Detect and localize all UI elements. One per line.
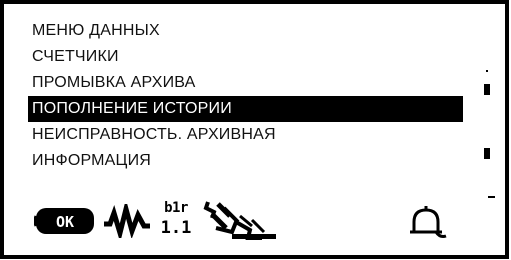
ok-label: OK [56, 213, 74, 231]
scrollbar-thumb[interactable] [484, 84, 490, 95]
menu-item-counters[interactable]: СЧЕТЧИКИ [32, 44, 463, 70]
waveform-icon [104, 204, 150, 238]
status-icon-bar: OK b1r 1.1 [4, 192, 505, 252]
scrollbar-thumb-lower[interactable] [484, 148, 490, 159]
menu-item-archived-fault[interactable]: НЕИСПРАВНОСТЬ. АРХИВНАЯ [32, 122, 463, 148]
version-bottom-text: 1.1 [160, 218, 192, 238]
bell-icon [410, 206, 447, 238]
lcd-screen: МЕНЮ ДАННЫХ СЧЕТЧИКИ ПРОМЫВКА АРХИВА ПОП… [0, 0, 509, 259]
menu-title: МЕНЮ ДАННЫХ [32, 22, 160, 39]
version-top-text: b1r [164, 200, 188, 216]
valve-icon [203, 201, 276, 240]
scrollbar-top-marker [486, 70, 488, 72]
version-icon: b1r 1.1 [156, 200, 196, 240]
menu-item-history-update[interactable]: ПОПОЛНЕНИЕ ИСТОРИИ [28, 96, 463, 122]
data-menu: МЕНЮ ДАННЫХ СЧЕТЧИКИ ПРОМЫВКА АРХИВА ПОП… [28, 18, 463, 174]
menu-item-information[interactable]: ИНФОРМАЦИЯ [32, 148, 463, 174]
menu-item-archive-flush[interactable]: ПРОМЫВКА АРХИВА [32, 70, 463, 96]
ok-icon: OK [34, 208, 94, 234]
